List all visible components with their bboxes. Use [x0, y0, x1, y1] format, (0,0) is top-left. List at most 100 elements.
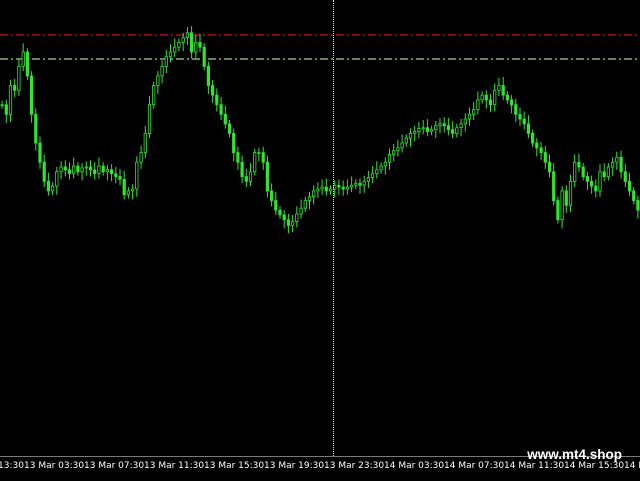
candle-body: [594, 185, 598, 192]
candle-body: [55, 171, 59, 187]
candle-body: [139, 152, 143, 163]
candle-body: [547, 161, 552, 173]
candle-body: [514, 104, 518, 115]
candle-body: [413, 131, 417, 134]
candle-body: [72, 165, 76, 175]
candle-body: [577, 161, 581, 168]
candle-body: [177, 42, 181, 48]
candle-body: [110, 169, 114, 175]
candle-body: [328, 188, 333, 192]
crosshair-vertical-line: [333, 0, 334, 456]
candle-body: [585, 176, 590, 182]
time-axis-label: 14 Mar 03:30: [384, 461, 445, 471]
candle-body: [240, 161, 244, 177]
candle-body: [173, 46, 177, 53]
candle-body: [362, 180, 366, 186]
candle-body: [210, 85, 215, 96]
candle-body: [370, 173, 375, 178]
candle-body: [501, 85, 505, 96]
candle-body: [446, 125, 451, 131]
candle-body: [257, 152, 261, 155]
candle-body: [244, 176, 248, 182]
time-axis-label: 13 Mar 23:30: [324, 461, 385, 471]
candle-body: [34, 113, 38, 144]
candle-body: [417, 128, 421, 132]
candle-body: [219, 104, 223, 115]
candle-body: [611, 161, 615, 168]
candle-body: [181, 37, 185, 43]
candle-body: [316, 188, 320, 192]
candle-body: [480, 94, 484, 101]
candle-body: [63, 166, 67, 171]
candle-body: [459, 123, 463, 129]
candle-body: [623, 171, 627, 182]
candle-body: [598, 171, 602, 192]
watermark-text: www.mt4.shop: [527, 447, 622, 462]
candle-body: [160, 65, 164, 77]
candle-body: [497, 85, 501, 91]
candle-body: [13, 85, 17, 91]
candle-body: [429, 129, 434, 132]
candle-body: [408, 132, 413, 139]
candle-body: [312, 190, 316, 198]
candle-body: [627, 180, 632, 192]
chart-window[interactable]: 13:30 13 Mar 03:30 13 Mar 07:30 13 Mar 1…: [0, 0, 640, 481]
candle-body: [581, 166, 585, 178]
candle-body: [38, 142, 42, 163]
candle-body: [392, 150, 396, 155]
candle-body: [602, 171, 606, 178]
candle-body: [573, 161, 577, 182]
time-axis-label: 13 Mar 15:30: [204, 461, 265, 471]
candle-body: [526, 123, 531, 134]
candle-body: [531, 132, 535, 144]
candle-body: [130, 188, 135, 192]
candle-body: [126, 190, 130, 196]
candle-body: [118, 176, 122, 180]
candle-body: [375, 169, 379, 175]
candle-body: [236, 152, 240, 163]
candle-body: [101, 165, 105, 173]
candle-body: [286, 219, 291, 226]
candle-body: [636, 200, 640, 211]
candle-body: [21, 51, 25, 67]
candle-body: [552, 171, 556, 202]
time-axis-label: 14 Mar 07:30: [444, 461, 505, 471]
candle-body: [425, 127, 430, 132]
candle-body: [450, 129, 455, 134]
candle-body: [383, 161, 387, 167]
candle-body: [307, 196, 312, 201]
candle-body: [556, 200, 560, 221]
candle-body: [189, 32, 194, 53]
time-axis-edge-right: 14 M: [624, 461, 640, 471]
candle-body: [396, 147, 400, 152]
candle-body: [341, 186, 345, 190]
candle-body: [152, 85, 156, 106]
candle-body: [227, 123, 232, 134]
candle-body: [261, 152, 265, 163]
candle-body: [278, 209, 282, 216]
candle-body: [518, 113, 522, 120]
candle-body: [568, 180, 573, 206]
candle-body: [320, 186, 324, 190]
candle-body: [463, 118, 467, 125]
candle-body: [590, 180, 594, 187]
candle-body: [114, 173, 118, 177]
candle-body: [223, 113, 227, 125]
candle-body: [42, 161, 46, 182]
price-chart[interactable]: [0, 0, 640, 456]
candle-body: [467, 113, 472, 120]
time-axis-label: 14 Mar 15:30: [564, 461, 625, 471]
candle-body: [97, 165, 101, 175]
time-axis-label: 13 Mar 07:30: [84, 461, 145, 471]
candle-body: [248, 171, 253, 182]
candle-body: [345, 186, 350, 190]
candle-series: [0, 26, 640, 234]
candle-body: [539, 147, 543, 154]
candle-body: [535, 142, 539, 149]
candle-body: [206, 65, 210, 86]
candle-body: [493, 89, 497, 106]
candle-body: [147, 104, 152, 134]
candle-body: [354, 182, 358, 186]
candle-body: [156, 75, 160, 86]
candle-body: [543, 152, 547, 163]
